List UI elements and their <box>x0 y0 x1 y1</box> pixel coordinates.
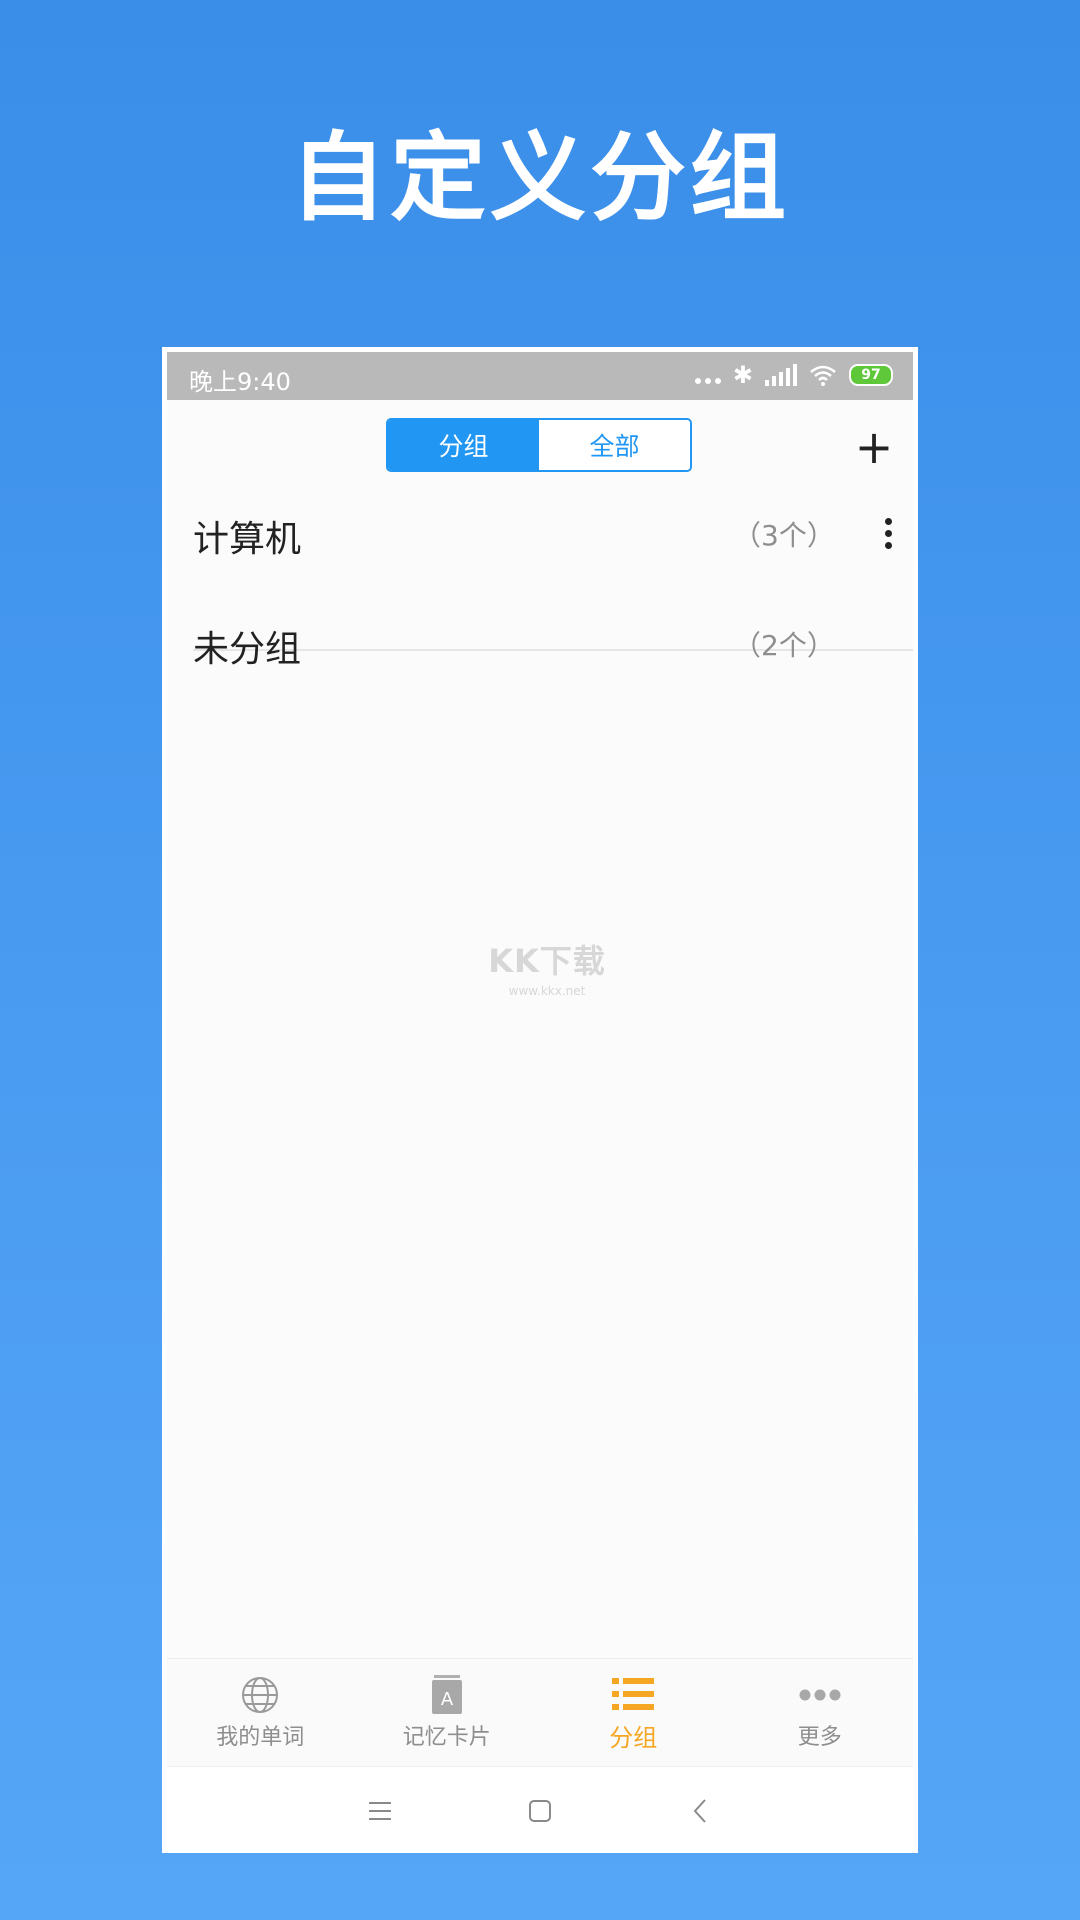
battery-icon: 97 <box>849 364 893 386</box>
flashcard-icon: A <box>430 1675 464 1715</box>
promo-headline: 自定义分组 <box>290 122 790 234</box>
tab-groups[interactable]: 分组 <box>540 1659 727 1767</box>
tab-flashcards[interactable]: A 记忆卡片 <box>354 1659 541 1767</box>
group-row[interactable]: 未分组 （2个） <box>193 592 913 700</box>
watermark-url: www.kkx.net <box>508 984 586 998</box>
more-options-icon[interactable] <box>873 508 903 558</box>
phone-screen: 晚上9:40 ✱ 97 分组 全部 + 计算机 （3个） 未分组 （2个） KK… <box>162 347 918 1853</box>
tab-more[interactable]: 更多 <box>727 1659 914 1767</box>
more-dots-icon <box>799 1675 841 1715</box>
status-time: 晚上9:40 <box>189 368 291 396</box>
segment-groups[interactable]: 分组 <box>388 420 539 470</box>
notification-dots-icon <box>694 362 721 388</box>
tab-label: 记忆卡片 <box>402 1725 491 1750</box>
watermark: KK下载 www.kkx.net <box>477 936 617 998</box>
segment-all[interactable]: 全部 <box>539 420 690 470</box>
system-nav-bar <box>167 1766 913 1848</box>
signal-icon <box>765 364 797 386</box>
groups-content: 分组 全部 + 计算机 （3个） 未分组 （2个） KK下载 www.kkx.n… <box>167 400 913 1670</box>
wifi-icon <box>810 365 836 386</box>
status-bar: 晚上9:40 ✱ 97 <box>167 352 913 400</box>
view-segmented-control: 分组 全部 <box>386 418 692 472</box>
group-count: （2个） <box>733 629 835 662</box>
bottom-tab-bar: 我的单词 A 记忆卡片 分组 更多 <box>167 1658 913 1767</box>
tab-label: 分组 <box>609 1723 658 1752</box>
globe-icon <box>240 1675 280 1715</box>
group-name: 计算机 <box>193 519 302 560</box>
tab-my-words[interactable]: 我的单词 <box>167 1659 354 1767</box>
add-group-button[interactable]: + <box>849 422 899 472</box>
group-count: （3个） <box>733 519 835 552</box>
tab-label: 更多 <box>797 1725 842 1750</box>
home-icon[interactable] <box>525 1796 555 1826</box>
svg-text:A: A <box>441 1689 454 1710</box>
list-icon <box>612 1674 655 1714</box>
menu-icon[interactable] <box>365 1796 395 1826</box>
watermark-logo: KK下载 <box>488 942 606 980</box>
group-name: 未分组 <box>193 629 302 670</box>
status-icons: ✱ 97 <box>694 361 893 389</box>
bluetooth-icon: ✱ <box>732 361 753 389</box>
tab-label: 我的单词 <box>216 1725 305 1750</box>
back-icon[interactable] <box>685 1796 715 1826</box>
group-row[interactable]: 计算机 （3个） <box>193 482 913 590</box>
